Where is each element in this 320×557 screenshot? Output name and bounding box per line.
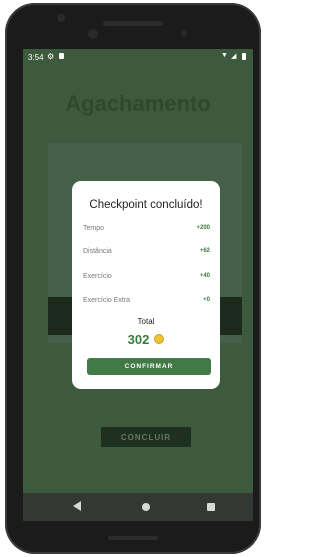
- total-label: Total: [137, 317, 155, 326]
- row-label: Exercício: [83, 273, 112, 280]
- home-icon[interactable]: [142, 503, 150, 511]
- app-screen: 3:54 ⚙ ▼ ◢ Agachamento CONCLUIR Checkpoi…: [23, 49, 253, 521]
- front-sensor: [57, 14, 65, 22]
- back-icon[interactable]: [73, 501, 81, 511]
- phone-frame: 3:54 ⚙ ▼ ◢ Agachamento CONCLUIR Checkpoi…: [5, 3, 261, 554]
- checkpoint-dialog: Checkpoint concluído! Tempo +200 Distânc…: [72, 181, 220, 389]
- status-time: 3:54: [28, 53, 44, 62]
- front-camera: [88, 29, 98, 39]
- confirm-button[interactable]: CONFIRMAR: [87, 358, 211, 375]
- total-score: 302: [72, 331, 220, 347]
- row-value: +40: [199, 273, 210, 279]
- row-label: Distância: [83, 248, 112, 255]
- recents-icon[interactable]: [207, 503, 215, 511]
- navigation-bar: [23, 493, 253, 521]
- dialog-title: Checkpoint concluído!: [89, 199, 203, 211]
- wifi-icon: ▼: [221, 52, 228, 59]
- earpiece-speaker: [103, 21, 163, 26]
- score-row-exercicio: Exercício +40: [83, 273, 210, 285]
- signal-icon: ◢: [231, 53, 237, 60]
- sd-card-icon: [59, 53, 64, 59]
- score-row-distancia: Distância +62: [83, 248, 210, 260]
- bottom-speaker: [108, 536, 158, 540]
- row-value: +0: [203, 297, 210, 303]
- total-value: 302: [127, 331, 150, 347]
- score-row-tempo: Tempo +200: [83, 225, 210, 237]
- battery-icon: [242, 53, 246, 60]
- status-bar: 3:54 ⚙ ▼ ◢: [23, 49, 253, 65]
- row-value: +62: [199, 248, 210, 254]
- row-value: +200: [196, 225, 210, 231]
- conclude-button[interactable]: CONCLUIR: [101, 427, 191, 447]
- proximity-sensor: [181, 30, 187, 36]
- gear-icon: ⚙: [47, 52, 55, 61]
- score-row-exercicio-extra: Exercício Extra +0: [83, 297, 210, 309]
- coin-icon: [154, 334, 165, 344]
- page-title: Agachamento: [65, 91, 211, 116]
- row-label: Tempo: [83, 225, 105, 232]
- row-label: Exercício Extra: [83, 297, 131, 304]
